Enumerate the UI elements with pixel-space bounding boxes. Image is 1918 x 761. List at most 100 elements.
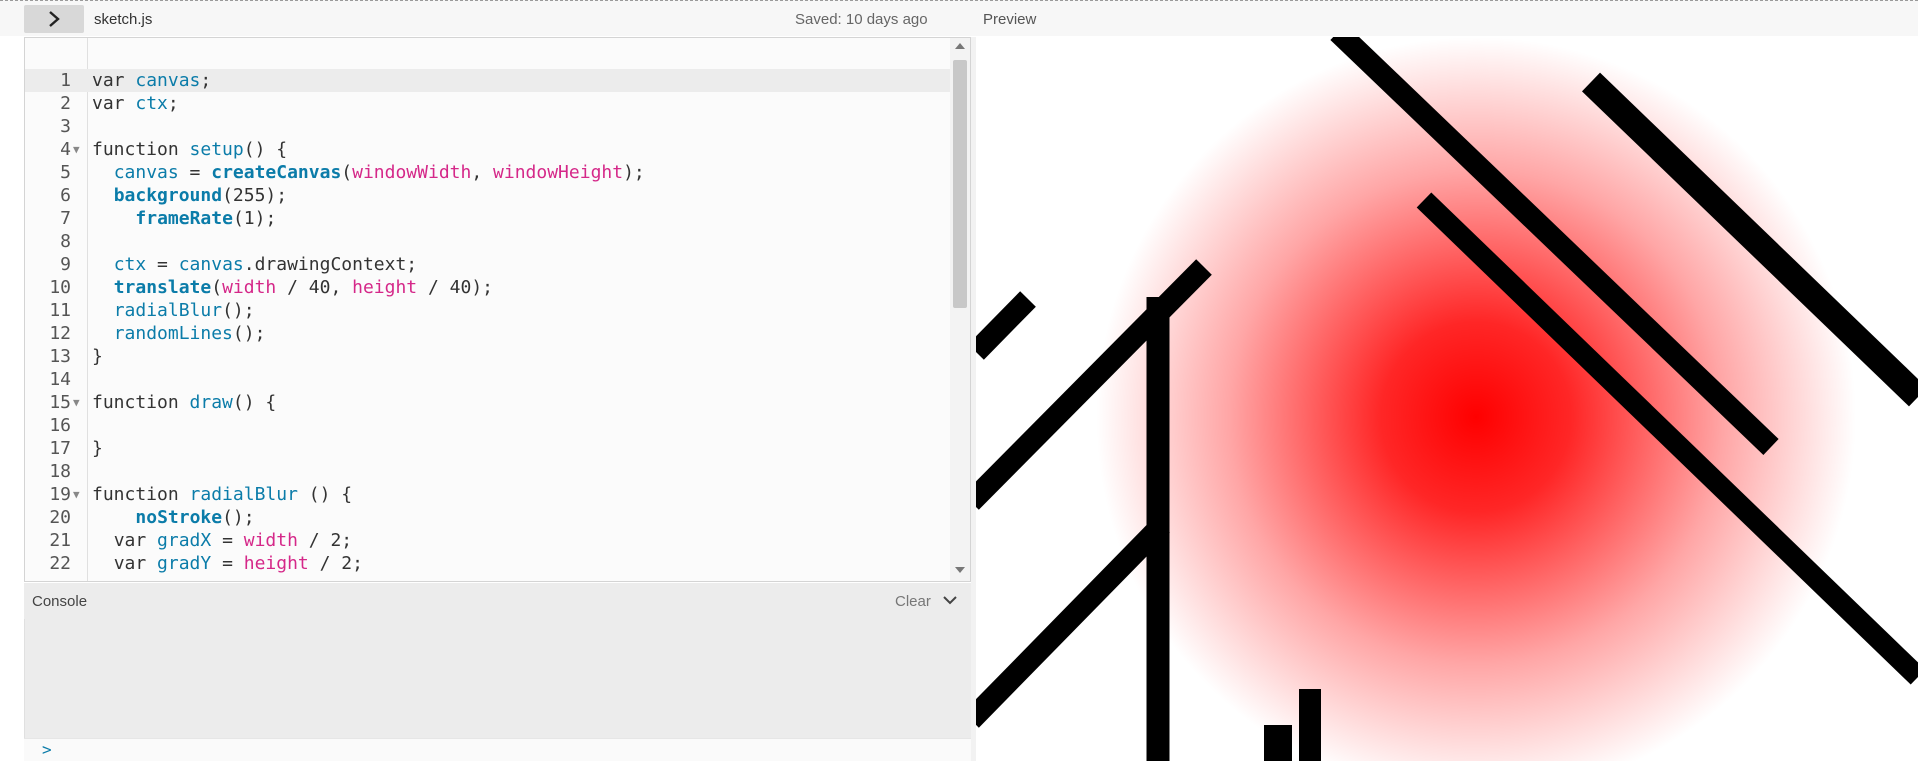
code-line[interactable]: 12 randomLines(); — [25, 322, 950, 345]
code-line[interactable]: 4 ▼ function setup() { — [25, 138, 950, 161]
console-input[interactable]: > — [24, 738, 971, 761]
file-name[interactable]: sketch.js — [94, 11, 152, 28]
code-token: (); — [222, 300, 255, 321]
line-number: 20 — [49, 507, 71, 528]
code-line[interactable]: 8 — [25, 230, 950, 253]
code-token: = — [178, 162, 212, 183]
editor-scrollbar[interactable] — [950, 38, 970, 581]
code-line[interactable]: 7 frameRate(1); — [25, 207, 950, 230]
code-token: setup — [189, 139, 244, 160]
code-text: ctx = canvas.drawingContext; — [114, 253, 417, 276]
code-token: (255); — [222, 185, 288, 206]
line-number: 3 — [60, 116, 71, 137]
code-token: var — [92, 93, 136, 114]
code-text: var canvas; — [92, 69, 211, 92]
code-line[interactable]: 15 ▼ function draw() { — [25, 391, 950, 414]
code-line[interactable]: 18 — [25, 460, 950, 483]
code-line[interactable]: 21 var gradX = width / 2; — [25, 529, 950, 552]
fold-toggle-icon[interactable]: ▼ — [73, 138, 80, 161]
code-line[interactable]: 9 ctx = canvas.drawingContext; — [25, 253, 950, 276]
code-line[interactable]: 5 canvas = createCanvas(windowWidth, wind… — [25, 161, 950, 184]
code-token: draw — [189, 392, 233, 413]
code-token: function — [92, 484, 190, 505]
code-line[interactable]: 1 var canvas; — [25, 69, 950, 92]
code-token: width — [222, 277, 277, 298]
line-number: 21 — [49, 530, 71, 551]
code-text: function setup() { — [92, 138, 287, 161]
scroll-down-icon[interactable] — [955, 567, 965, 573]
code-line[interactable]: 3 — [25, 115, 950, 138]
code-token: / 40, — [276, 277, 353, 298]
line-number: 2 — [60, 93, 71, 114]
fold-toggle-icon[interactable]: ▼ — [73, 391, 80, 414]
code-token: / 2; — [297, 530, 353, 551]
code-line[interactable]: 2 var ctx; — [25, 92, 950, 115]
sidebar-toggle-button[interactable] — [24, 5, 84, 33]
code-token: ); — [623, 162, 645, 183]
scrollbar-thumb[interactable] — [953, 60, 967, 308]
code-token: (1); — [232, 208, 277, 229]
line-number: 18 — [49, 461, 71, 482]
code-token: radialBlur — [189, 484, 298, 505]
code-line[interactable]: 17} — [25, 437, 950, 460]
chevron-down-icon[interactable] — [942, 593, 958, 611]
code-token: var — [113, 530, 158, 551]
editor-toolbar: sketch.js Saved: 10 days ago Preview — [0, 0, 1918, 36]
code-token: , — [471, 162, 494, 183]
code-token: height — [243, 553, 309, 574]
code-token: var — [92, 70, 136, 91]
console-header: Console Clear — [24, 583, 971, 620]
line-number: 16 — [49, 415, 71, 436]
code-token: () { — [243, 139, 288, 160]
code-token: height — [352, 277, 418, 298]
line-number: 7 — [60, 208, 71, 229]
code-line[interactable]: 22 var gradY = height / 2; — [25, 552, 950, 575]
code-token: noStroke — [135, 507, 223, 528]
sketch-output — [976, 37, 1918, 761]
code-token: function — [92, 139, 190, 160]
console-clear-button[interactable]: Clear — [895, 593, 931, 610]
fold-toggle-icon[interactable]: ▼ — [73, 483, 80, 506]
code-token: canvas — [113, 162, 179, 183]
code-token: gradY — [157, 553, 212, 574]
code-line[interactable]: 6 background(255); — [25, 184, 950, 207]
code-token: width — [243, 530, 298, 551]
code-token: / 2; — [308, 553, 363, 574]
code-token: = — [211, 553, 244, 574]
code-line[interactable]: 13} — [25, 345, 950, 368]
scroll-up-icon[interactable] — [955, 43, 965, 49]
code-text: var ctx; — [92, 92, 179, 115]
code-token: createCanvas — [211, 162, 342, 183]
code-token: canvas — [135, 70, 201, 91]
code-token: = — [146, 254, 179, 275]
line-number: 9 — [60, 254, 71, 275]
code-text: background(255); — [114, 184, 287, 207]
code-token: windowWidth — [352, 162, 472, 183]
code-editor[interactable]: 1 var canvas; 2 var ctx; 3 4 ▼ function setup()… — [24, 37, 971, 582]
code-line[interactable]: 11 radialBlur(); — [25, 299, 950, 322]
line-number: 5 — [60, 162, 71, 183]
line-number: 15 — [49, 392, 71, 413]
code-lines[interactable]: 1 var canvas; 2 var ctx; 3 4 ▼ function setup()… — [25, 69, 950, 575]
code-token: () { — [297, 484, 353, 505]
code-token: () { — [232, 392, 277, 413]
code-token: } — [92, 346, 103, 367]
code-line[interactable]: 16 — [25, 414, 950, 437]
code-line[interactable]: 19 ▼ function radialBlur () { — [25, 483, 950, 506]
save-status: Saved: 10 days ago — [795, 11, 928, 28]
chevron-right-icon — [49, 11, 60, 27]
code-line[interactable]: 20 noStroke(); — [25, 506, 950, 529]
preview-canvas[interactable] — [976, 37, 1918, 761]
code-text: noStroke(); — [135, 506, 254, 529]
code-text: translate(width / 40, height / 40); — [114, 276, 493, 299]
code-token: ctx — [113, 254, 147, 275]
code-text: var gradX = width / 2; — [114, 529, 352, 552]
code-line[interactable]: 10 translate(width / 40, height / 40); — [25, 276, 950, 299]
code-token: frameRate — [135, 208, 233, 229]
line-number: 13 — [49, 346, 71, 367]
code-text: var gradY = height / 2; — [114, 552, 363, 575]
code-line[interactable]: 14 — [25, 368, 950, 391]
code-text: radialBlur(); — [114, 299, 255, 322]
code-token: gradX — [157, 530, 212, 551]
code-token: (); — [232, 323, 266, 344]
